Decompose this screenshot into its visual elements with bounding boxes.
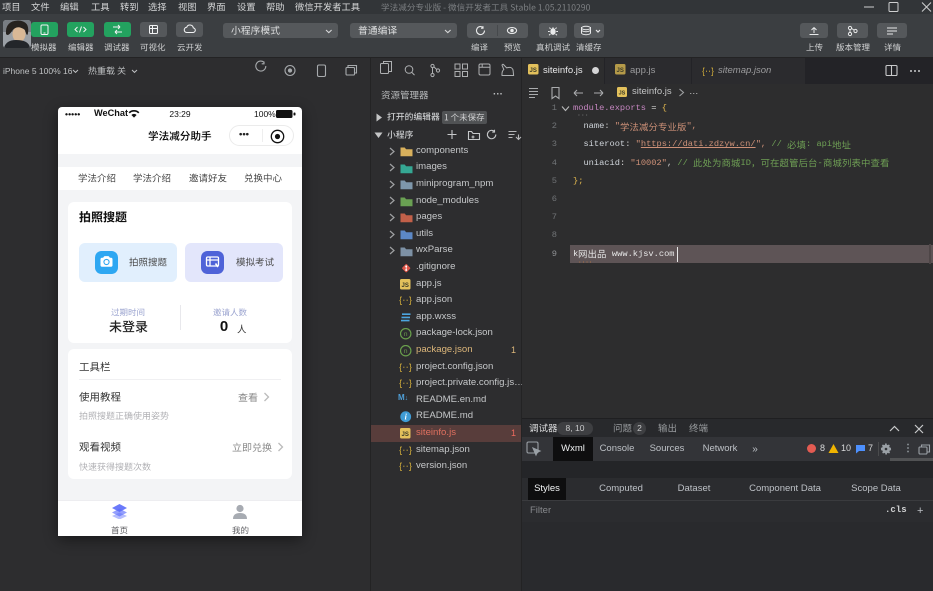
svg-text:{··}: {··} (399, 445, 412, 456)
svg-text:{··}: {··} (399, 362, 412, 373)
svg-text:JS: JS (617, 68, 624, 74)
svg-text:JS: JS (402, 283, 409, 289)
svg-text:{··}: {··} (399, 378, 412, 389)
svg-text:JS: JS (402, 432, 409, 438)
svg-text:JS: JS (619, 91, 626, 97)
svg-text:JS: JS (530, 68, 537, 74)
svg-text:{··}: {··} (399, 461, 412, 472)
svg-text:n: n (404, 348, 408, 355)
svg-text:n: n (404, 331, 408, 338)
svg-text:{··}: {··} (702, 66, 714, 77)
svg-text:{··}: {··} (399, 295, 412, 306)
